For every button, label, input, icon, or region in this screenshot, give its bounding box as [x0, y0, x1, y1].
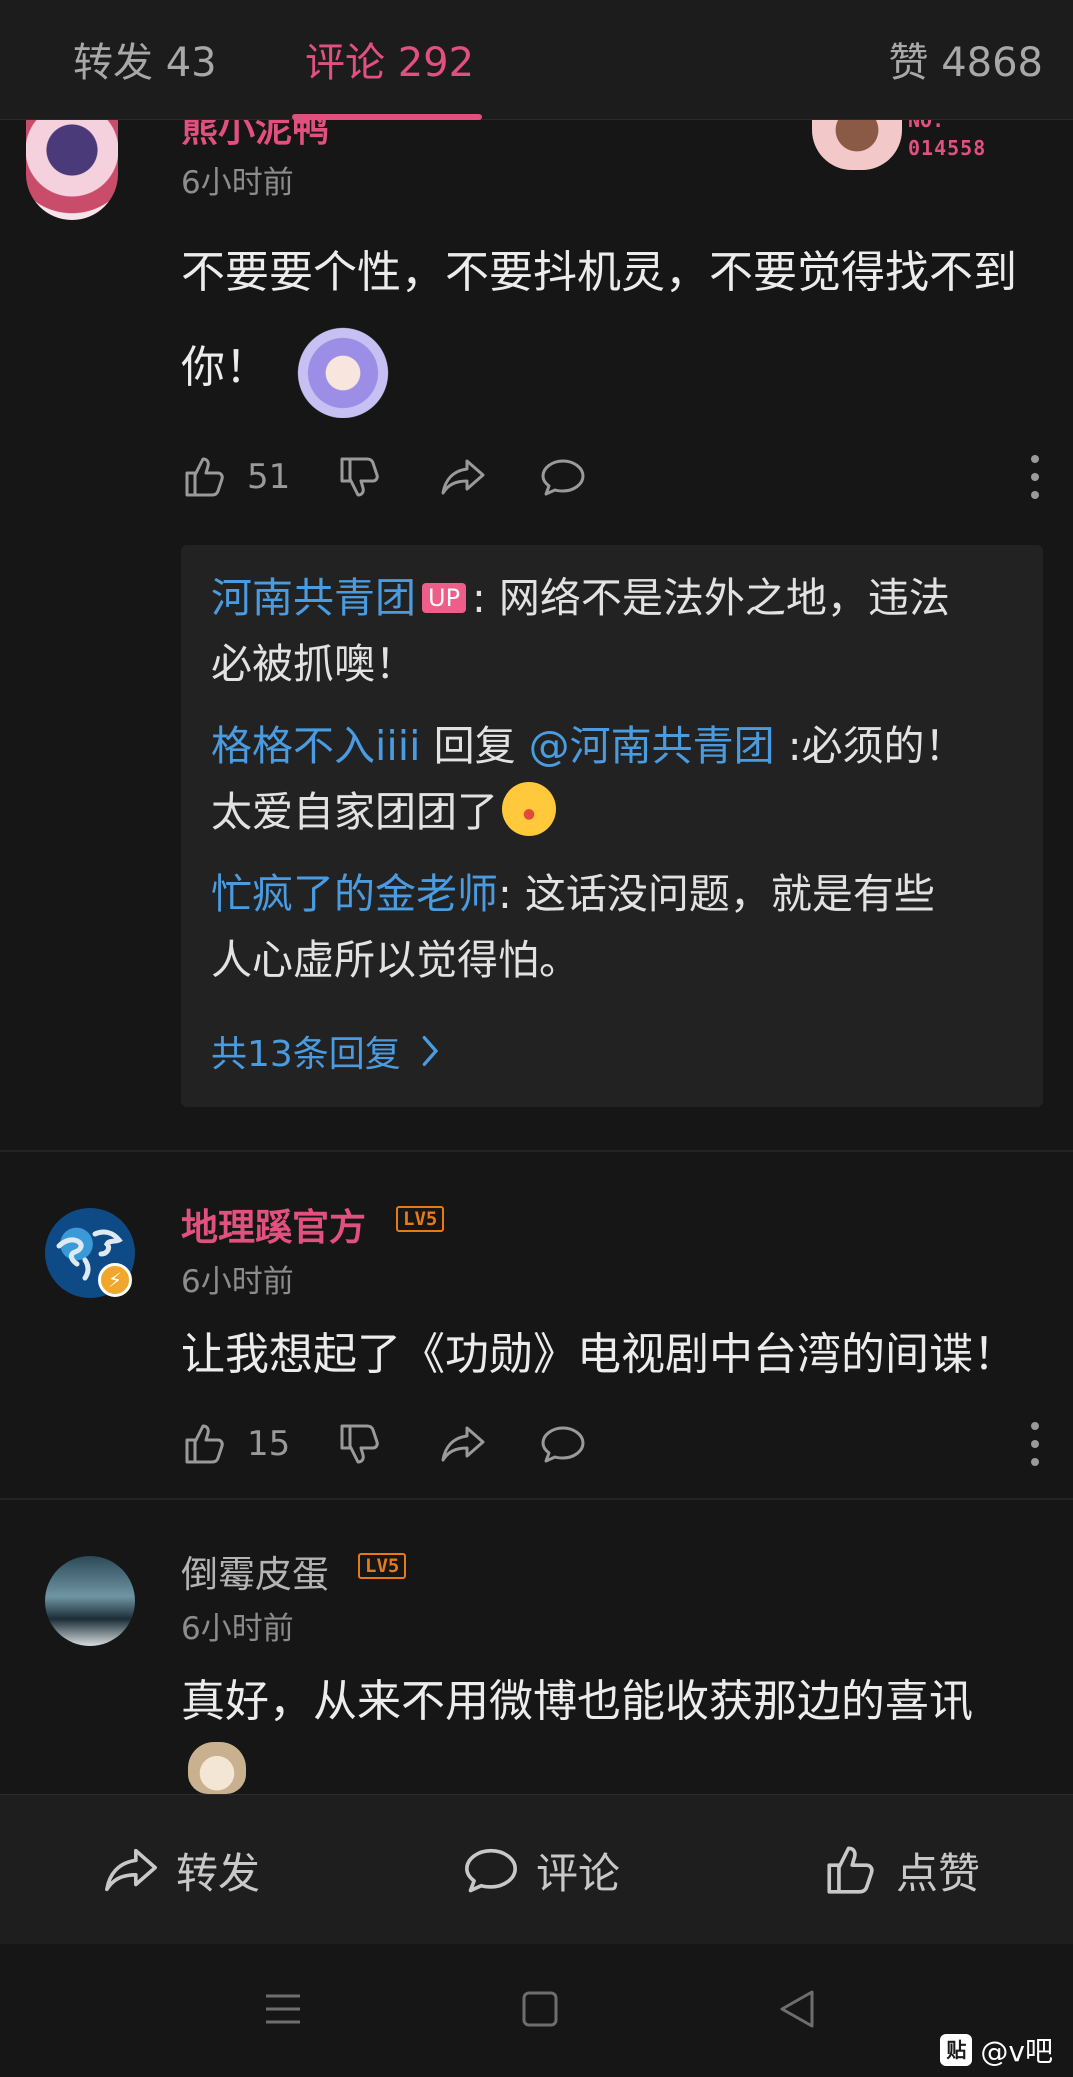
dislike-button[interactable] [336, 447, 384, 507]
reply-button[interactable] [539, 447, 587, 507]
bottom-action-bar: 转发 评论 点赞 [0, 1794, 1073, 1944]
more-options-icon[interactable] [1029, 453, 1041, 501]
speech-bubble-icon [541, 459, 585, 496]
reply-text: 太爱自家团团了 [211, 788, 498, 836]
user-avatar[interactable] [26, 120, 118, 220]
reply-username[interactable]: 河南共青团 [211, 574, 416, 622]
comment-tab-bar: 转发 43 评论 292 赞 4868 [0, 0, 1073, 120]
tieba-logo: 贴 [940, 2034, 973, 2066]
comment-time: 6小时前 [181, 1611, 294, 1647]
reply-text: :必须的！ [774, 722, 966, 770]
shocked-emoji-icon [502, 782, 556, 836]
fan-badge-number: 014558 [908, 136, 987, 160]
mention-link[interactable]: @河南共青团 [529, 722, 775, 770]
comment-divider [0, 1498, 1073, 1500]
reply-item: 忙疯了的金老师: 这话没问题，就是有些 人心虚所以觉得怕。 [211, 861, 1011, 993]
like-count: 15 [247, 1424, 291, 1464]
level-badge: LV5 [358, 1553, 407, 1579]
tab-comments[interactable]: 评论 292 [305, 30, 474, 88]
like-post-button[interactable]: 点赞 [822, 1835, 980, 1905]
comment-text: 真好，从来不用微博也能收获那边的喜讯 [181, 1676, 973, 1727]
system-navigation-bar [0, 1944, 1073, 2077]
tab-repost[interactable]: 转发 43 [73, 30, 217, 88]
comment-label: 评论 [536, 1848, 621, 1898]
active-tab-indicator [292, 114, 482, 120]
more-replies-label: 共13条回复 [211, 1034, 401, 1075]
like-count: 51 [247, 457, 291, 497]
comment-text-end: 你！ [181, 342, 269, 393]
dislike-button[interactable] [336, 1414, 384, 1474]
thumbs-down-icon [340, 1424, 379, 1464]
comment-divider [0, 1150, 1073, 1152]
reply-item: 河南共青团 UP: 网络不是法外之地，违法 必被抓噢！ [211, 565, 1011, 697]
home-square-icon[interactable] [515, 1984, 565, 2034]
chevron-right-icon [422, 1035, 439, 1066]
level-badge: LV5 [396, 1206, 445, 1232]
like-button[interactable]: 51 [181, 447, 290, 507]
menu-icon[interactable] [258, 1984, 308, 2034]
speech-bubble-icon [541, 1426, 585, 1463]
comment-actions: 15 [181, 1414, 1041, 1474]
like-label: 点赞 [896, 1848, 981, 1898]
verified-badge-icon: ⚡ [98, 1263, 132, 1297]
reply-thread-box[interactable]: 河南共青团 UP: 网络不是法外之地，违法 必被抓噢！ 格格不入iiii 回复 @… [181, 545, 1043, 1107]
fan-badge [812, 120, 902, 170]
reply-text: : 这话没问题，就是有些 [498, 870, 935, 918]
share-arrow-icon [441, 1426, 485, 1462]
share-button[interactable] [439, 1414, 487, 1474]
thumbs-up-icon [185, 457, 224, 497]
comment-list[interactable]: 熊小泥鸭 NO. 014558 6小时前 不要要个性，不要抖机灵，不要觉得找不到… [0, 120, 1073, 1794]
fan-badge-label: NO. [908, 120, 945, 132]
thumbs-up-icon [185, 1424, 224, 1464]
tab-likes[interactable]: 赞 4868 [888, 30, 1043, 88]
comment-button[interactable]: 评论 [462, 1835, 620, 1905]
watermark-text: @v吧 [980, 2035, 1053, 2068]
watermark: 贴 @v吧 [940, 2030, 1053, 2070]
share-arrow-icon [105, 1848, 157, 1892]
comment-time: 6小时前 [181, 165, 294, 201]
username[interactable]: 地理蹊官方 [181, 1197, 366, 1251]
more-options-icon[interactable] [1029, 1420, 1041, 1468]
share-button[interactable] [439, 447, 487, 507]
reply-username[interactable]: 格格不入iiii [211, 722, 421, 770]
username[interactable]: 熊小泥鸭 [181, 120, 329, 152]
sticker-dog [188, 1742, 246, 1794]
reply-username[interactable]: 忙疯了的金老师 [211, 870, 498, 918]
reply-text: : 网络不是法外之地，违法 [472, 574, 950, 622]
reply-text: 必被抓噢！ [211, 640, 416, 688]
up-badge: UP [422, 583, 467, 613]
comment-text: 不要要个性，不要抖机灵，不要觉得找不到 你！ [181, 228, 1017, 418]
comment-time: 6小时前 [181, 1264, 294, 1300]
reply-item: 格格不入iiii 回复 @河南共青团 :必须的！ 太爱自家团团了 [211, 713, 1011, 845]
sticker-anime-girl [289, 318, 397, 418]
speech-bubble-icon [465, 1848, 517, 1893]
thumbs-up-icon [827, 1846, 874, 1894]
repost-label: 转发 [176, 1848, 261, 1898]
reply-button[interactable] [539, 1414, 587, 1474]
reply-text: 人心虚所以觉得怕。 [211, 936, 580, 984]
comment-text-line: 你！ [181, 318, 1017, 418]
like-button[interactable]: 15 [181, 1414, 290, 1474]
share-arrow-icon [441, 459, 485, 495]
view-all-replies-link[interactable]: 共13条回复 [211, 1025, 441, 1077]
reply-connector: 回复 [420, 722, 529, 770]
username[interactable]: 倒霉皮蛋 [181, 1544, 329, 1598]
comment-text: 让我想起了《功勋》电视剧中台湾的间谍！ [181, 1329, 1017, 1380]
comment-actions: 51 [181, 447, 1041, 507]
thumbs-down-icon [340, 457, 379, 497]
user-avatar[interactable] [45, 1556, 135, 1646]
back-triangle-icon[interactable] [772, 1984, 822, 2034]
repost-button[interactable]: 转发 [102, 1835, 260, 1905]
comment-text-line: 不要要个性，不要抖机灵，不要觉得找不到 [181, 247, 1017, 298]
